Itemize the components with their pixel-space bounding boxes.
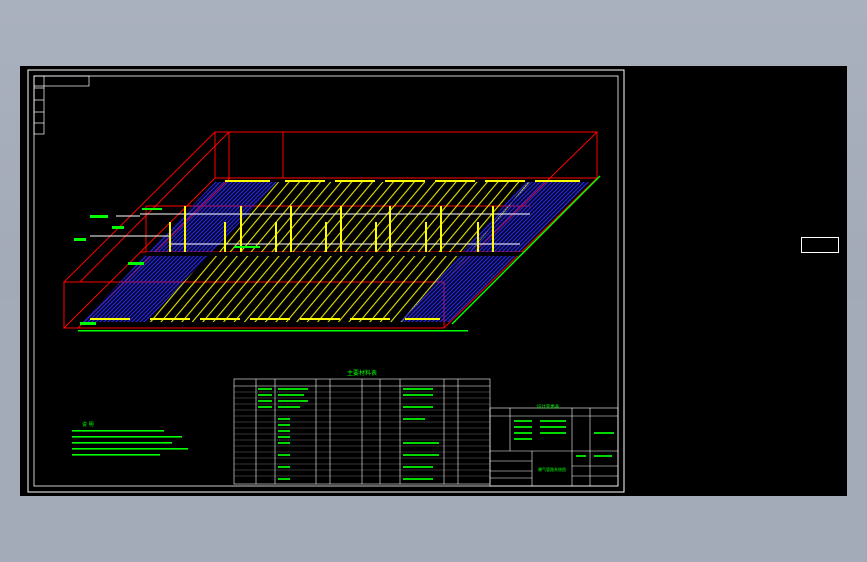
materials-table-title: 主要材料表 — [347, 369, 377, 377]
viewport-label-box[interactable] — [801, 237, 839, 253]
corner-stamp — [33, 75, 90, 135]
revision-table-title: 设计变更表 — [537, 403, 560, 410]
title-block — [489, 407, 619, 487]
cad-drawing: 主要材料表 说 明 设计变更表 曝气管路系统图 — [27, 69, 625, 493]
design-notes — [72, 430, 188, 456]
cad-model-space[interactable]: 主要材料表 说 明 设计变更表 曝气管路系统图 — [20, 66, 847, 496]
title-block-drawing-name: 曝气管路系统图 — [538, 466, 566, 472]
materials-table — [233, 378, 491, 485]
title-block-fill — [514, 420, 614, 457]
notes-heading: 说 明 — [82, 421, 94, 428]
